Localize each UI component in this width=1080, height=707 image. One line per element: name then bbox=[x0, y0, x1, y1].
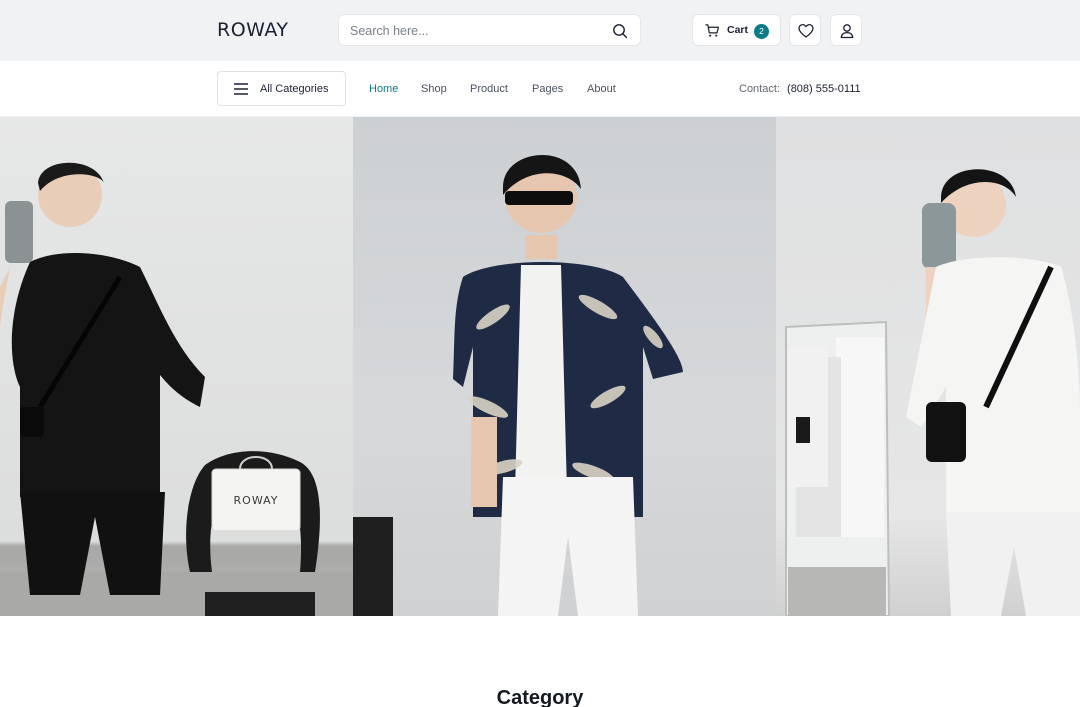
nav-link-home[interactable]: Home bbox=[369, 83, 398, 95]
category-section-title: Category bbox=[496, 687, 584, 707]
all-categories-button[interactable]: All Categories bbox=[217, 71, 346, 106]
all-categories-label: All Categories bbox=[260, 83, 329, 95]
nav-link-about[interactable]: About bbox=[587, 83, 616, 95]
account-button[interactable] bbox=[830, 14, 862, 46]
nav-link-pages[interactable]: Pages bbox=[532, 83, 563, 95]
top-bar: ROWAY Cart 2 bbox=[0, 0, 1080, 61]
hero-banner[interactable]: ROWAY bbox=[0, 117, 1080, 616]
hero-image-print-shirt bbox=[353, 117, 776, 616]
search-box[interactable] bbox=[338, 14, 641, 46]
contact-label: Contact: bbox=[739, 83, 780, 95]
cart-count-badge: 2 bbox=[754, 24, 769, 39]
wishlist-button[interactable] bbox=[789, 14, 821, 46]
search-icon[interactable] bbox=[612, 23, 628, 39]
nav-link-shop[interactable]: Shop bbox=[421, 83, 447, 95]
hero-image-black-outfit: ROWAY bbox=[0, 117, 353, 616]
nav-link-product[interactable]: Product bbox=[470, 83, 508, 95]
contact-info: Contact: (808) 555-0111 bbox=[739, 83, 861, 95]
main-nav: All Categories Home Shop Product Pages A… bbox=[0, 61, 1080, 117]
brand-logo[interactable]: ROWAY bbox=[217, 19, 289, 41]
cart-label: Cart bbox=[727, 24, 749, 36]
contact-phone[interactable]: (808) 555-0111 bbox=[787, 83, 861, 95]
hero-image-white-outfit bbox=[776, 117, 1080, 616]
heart-icon bbox=[798, 23, 814, 38]
cart-icon bbox=[705, 24, 720, 37]
search-input[interactable] bbox=[350, 22, 600, 40]
user-icon bbox=[840, 24, 854, 39]
bag-logo: ROWAY bbox=[234, 494, 279, 507]
cart-button[interactable]: Cart 2 bbox=[692, 14, 781, 46]
menu-icon bbox=[234, 83, 248, 95]
